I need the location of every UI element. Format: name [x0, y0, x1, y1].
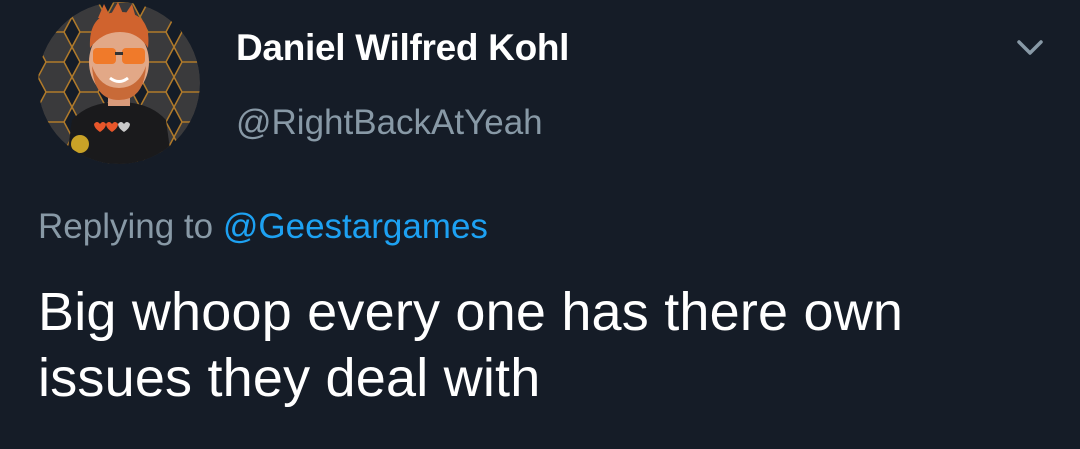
chevron-down-icon[interactable] — [1010, 30, 1050, 64]
avatar-image — [38, 2, 200, 164]
tweet-text: Big whoop every one has there own issues… — [38, 282, 904, 408]
avatar[interactable] — [38, 2, 200, 164]
author-display-name[interactable]: Daniel Wilfred Kohl — [236, 26, 569, 70]
author-handle[interactable]: @RightBackAtYeah — [236, 102, 543, 144]
chevron-down-icon-graphic — [1017, 40, 1043, 55]
replying-to-handle-link[interactable]: @Geestargames — [223, 207, 488, 246]
tweet-card: Daniel Wilfred Kohl @RightBackAtYeah Rep… — [0, 0, 1080, 449]
replying-to-label: Replying to — [38, 207, 214, 246]
replying-to: Replying to @Geestargames — [38, 205, 488, 249]
